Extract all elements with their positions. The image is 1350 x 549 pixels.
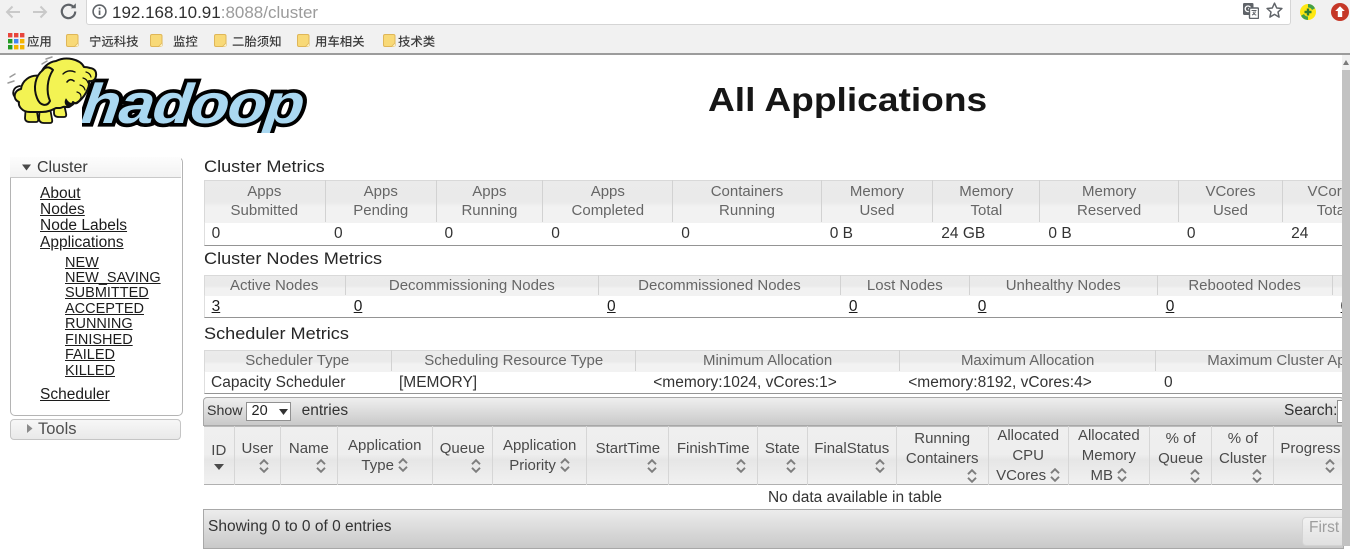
svg-text:hadoop: hadoop — [82, 72, 307, 133]
